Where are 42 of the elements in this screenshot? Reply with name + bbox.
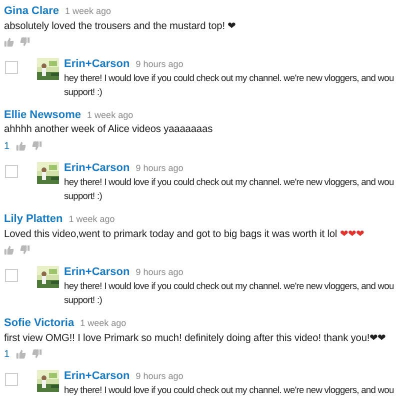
author-link[interactable]: Erin+Carson [64,58,130,70]
author-link[interactable]: Gina Clare [4,5,60,17]
comment-text: Loved this video,went to primark today and got to big bags it was worth it lol [4,229,338,240]
reply-text: hey there! I would love if you could check out my channel. we're new vloggers, and wou [64,176,394,189]
thumbs-down-icon[interactable] [32,349,42,359]
reply-text: support! :) [64,190,104,203]
comment-text: first view OMG!! I love Primark so much! definitely doing after this video! thank you!❤❤ [4,333,386,344]
timestamp: 1 week ago [80,318,126,328]
hearts-emoji: ❤❤❤ [340,229,364,240]
reply-text: hey there! I would love if you could check out my channel. we're new vloggers, and wou [64,280,394,293]
timestamp: 9 hours ago [136,163,184,173]
author-link[interactable]: Sofie Victoria [4,317,74,329]
timestamp: 9 hours ago [136,371,184,381]
reply-text: support! :) [64,86,104,99]
comment-text: absolutely loved the trousers and the mustard top! ❤ [4,21,236,32]
author-link[interactable]: Erin+Carson [64,266,130,278]
thumbs-up-icon[interactable] [4,245,14,255]
timestamp: 9 hours ago [136,267,184,277]
timestamp: 1 week ago [68,214,115,224]
timestamp: 1 week ago [87,110,134,120]
reply-text: hey there! I would love if you could check out my channel. we're new vloggers, and wou [64,72,394,85]
thumbs-up-icon[interactable] [4,37,14,47]
author-link[interactable]: Erin+Carson [64,162,130,174]
checkbox[interactable] [5,61,18,74]
checkbox[interactable] [5,165,18,178]
like-count: 1 [4,348,10,360]
author-link[interactable]: Lily Platten [4,213,63,225]
thumbs-down-icon[interactable] [20,37,30,47]
thumbs-down-icon[interactable] [20,245,30,255]
timestamp: 1 week ago [65,6,112,16]
comment-text: ahhhh another week of Alice videos yaaaaaaas [4,124,213,135]
checkbox[interactable] [5,269,18,282]
reply-text: support! :) [64,294,104,307]
thumbs-up-icon[interactable] [16,349,26,359]
timestamp: 9 hours ago [136,59,184,69]
author-link[interactable]: Ellie Newsome [4,109,82,121]
checkbox[interactable] [5,373,18,386]
thumbs-down-icon[interactable] [32,141,42,151]
thumbs-up-icon[interactable] [16,141,26,151]
reply-text: hey there! I would love if you could check out my channel. we're new vloggers, and wou [64,384,394,397]
author-link[interactable]: Erin+Carson [64,370,130,382]
like-count: 1 [4,140,10,152]
